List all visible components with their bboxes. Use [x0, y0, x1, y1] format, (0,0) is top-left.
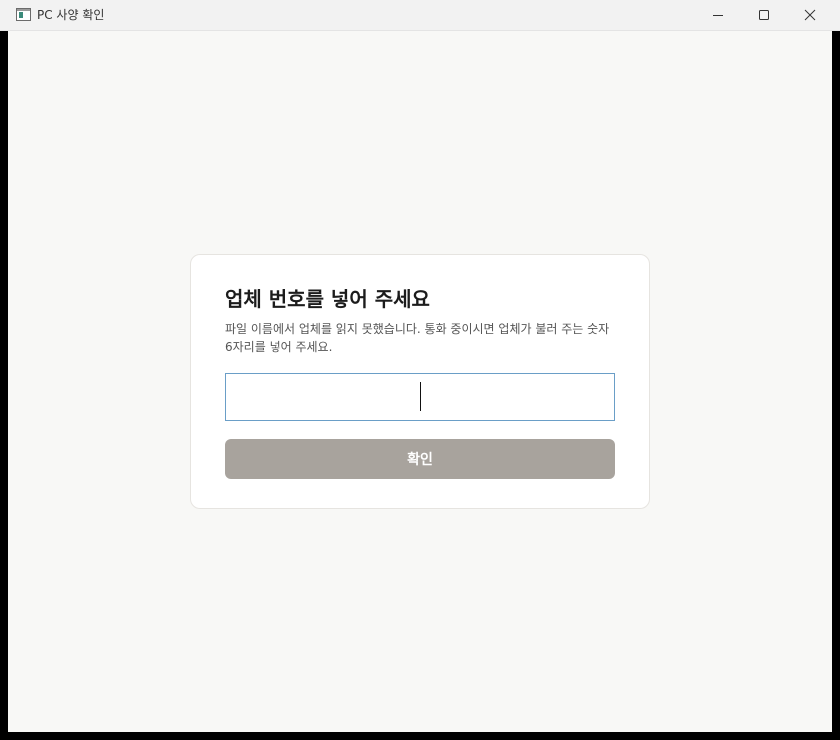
title-bar[interactable]: PC 사양 확인 [0, 0, 840, 31]
maximize-icon [759, 10, 769, 20]
window-title: PC 사양 확인 [37, 8, 105, 22]
app-window-icon [16, 8, 31, 21]
dialog-title: 업체 번호를 넣어 주세요 [225, 287, 430, 311]
minimize-icon [713, 15, 723, 16]
close-button[interactable] [787, 0, 833, 30]
dialog-description: 파일 이름에서 업체를 읽지 못했습니다. 통화 중이시면 업체가 불러 주는 … [225, 322, 610, 354]
main-content: 업체 번호를 넣어 주세요 파일 이름에서 업체를 읽지 못했습니다. 통화 중… [8, 31, 832, 732]
confirm-button[interactable]: 확인 [225, 439, 615, 479]
text-caret [420, 382, 421, 411]
company-code-dialog: 업체 번호를 넣어 주세요 파일 이름에서 업체를 읽지 못했습니다. 통화 중… [190, 254, 650, 509]
app-window: PC 사양 확인 업체 번호를 넣어 주세요 파일 이름에서 업체를 읽지 못했… [0, 0, 840, 740]
close-icon [804, 9, 816, 21]
maximize-button[interactable] [741, 0, 787, 30]
minimize-button[interactable] [695, 0, 741, 30]
